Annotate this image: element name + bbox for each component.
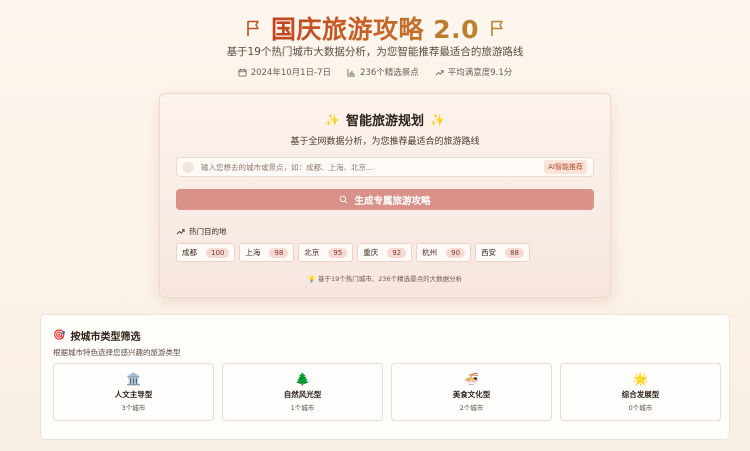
destination-score: 90 [446, 247, 466, 258]
flag-icon [247, 20, 259, 36]
destination-score: 88 [505, 247, 524, 258]
planner-subtitle: 基于全网数据分析，为您推荐最适合的旅游路线 [290, 137, 480, 147]
hot-destination-list: 成都 100 上海 98 北京 95 重庆 92 杭州 90 西安 88 [176, 243, 530, 262]
filter-title: 按城市类型筛选 [70, 332, 141, 343]
destination-city: 杭州 [422, 248, 438, 257]
planner-footnote: 💡 基于19个热门城市、236个精选景点的大数据分析 [307, 275, 463, 283]
city-type-count: 3个城市 [121, 404, 146, 412]
page-subtitle: 基于19个热门城市大数据分析，为您智能推荐最适合的旅游路线 [226, 46, 524, 58]
city-type-card-comprehensive[interactable]: 🌟 综合发展型 0个城市 [560, 363, 721, 421]
calendar-icon [238, 68, 247, 77]
destination-score: 98 [269, 247, 289, 258]
city-type-filter: 🎯 按城市类型筛选 根据城市特色选择您感兴趣的旅游类型 🏛️ 人文主导型 3个城… [40, 314, 730, 440]
destination-city: 北京 [304, 248, 320, 257]
hot-destinations-label: 热门目的地 [189, 227, 227, 236]
sparkle-icon: ✨ [430, 112, 445, 127]
planner-card: ✨ 智能旅游规划 ✨ 基于全网数据分析，为您推荐最适合的旅游路线 AI智能推荐 … [159, 93, 611, 298]
filter-subtitle: 根据城市特色选择您感兴趣的旅游类型 [53, 348, 181, 357]
tree-icon: 🌲 [295, 372, 310, 386]
destination-search-input[interactable] [201, 162, 545, 172]
destination-score: 92 [387, 247, 407, 258]
sparkle-icon: ✨ [325, 112, 340, 127]
destination-city: 西安 [481, 248, 497, 257]
destination-score: 100 [206, 247, 230, 258]
city-type-name: 自然风光型 [283, 390, 322, 399]
search-icon [340, 195, 348, 204]
stat-spots: 236个精选景点 [347, 66, 419, 78]
planner-title: 智能旅游规划 [345, 114, 424, 129]
city-type-name: 美食文化型 [452, 390, 491, 399]
stat-label: 236个精选景点 [360, 68, 419, 78]
trend-up-icon [176, 229, 185, 235]
search-indicator-icon [183, 161, 194, 173]
page-title: 国庆旅游攻略 2.0 [271, 10, 479, 46]
stats-row: 2024年10月1日-7日 236个精选景点 平均满意度9.1分 [0, 66, 750, 78]
stat-label: 平均满意度9.1分 [447, 68, 513, 78]
classical-building-icon: 🏛️ [126, 372, 141, 386]
search-box: AI智能推荐 [176, 157, 594, 177]
title-row: 国庆旅游攻略 2.0 [0, 10, 750, 46]
stat-dates: 2024年10月1日-7日 [238, 66, 331, 78]
city-type-name: 人文主导型 [114, 390, 153, 399]
ai-recommend-badge[interactable]: AI智能推荐 [544, 160, 587, 174]
bar-chart-icon [347, 68, 356, 77]
destination-city: 重庆 [363, 248, 379, 257]
generate-guide-button[interactable]: 生成专属旅游攻略 [176, 189, 594, 210]
city-type-card-food[interactable]: 🍜 美食文化型 2个城市 [391, 363, 552, 421]
destination-chip[interactable]: 重庆 92 [357, 243, 413, 262]
trend-up-icon [435, 69, 444, 75]
target-icon: 🎯 [53, 330, 66, 341]
planner-title-row: ✨ 智能旅游规划 ✨ [160, 110, 610, 130]
flag-icon [491, 20, 503, 36]
city-type-count: 0个城市 [628, 404, 653, 412]
hot-destinations-heading: 热门目的地 [176, 226, 227, 237]
city-type-name: 综合发展型 [621, 390, 660, 399]
generate-guide-label: 生成专属旅游攻略 [354, 195, 431, 207]
filter-title-row: 🎯 按城市类型筛选 [53, 328, 140, 343]
stat-label: 2024年10月1日-7日 [250, 68, 332, 78]
destination-chip[interactable]: 上海 98 [239, 243, 295, 262]
city-type-card-culture[interactable]: 🏛️ 人文主导型 3个城市 [53, 363, 214, 421]
noodle-bowl-icon: 🍜 [464, 372, 479, 386]
destination-chip[interactable]: 杭州 90 [416, 243, 472, 262]
city-type-count: 2个城市 [459, 404, 484, 412]
city-type-list: 🏛️ 人文主导型 3个城市 🌲 自然风光型 1个城市 🍜 美食文化型 2个城市 … [53, 363, 721, 421]
star-icon: 🌟 [633, 372, 648, 386]
city-type-count: 1个城市 [290, 404, 315, 412]
destination-score: 95 [328, 247, 348, 258]
city-type-card-nature[interactable]: 🌲 自然风光型 1个城市 [222, 363, 383, 421]
destination-chip[interactable]: 西安 88 [475, 243, 530, 262]
destination-city: 成都 [182, 248, 197, 257]
stat-satisfaction: 平均满意度9.1分 [435, 66, 513, 78]
destination-city: 上海 [245, 248, 261, 257]
destination-chip[interactable]: 北京 95 [298, 243, 354, 262]
destination-chip[interactable]: 成都 100 [176, 243, 236, 262]
